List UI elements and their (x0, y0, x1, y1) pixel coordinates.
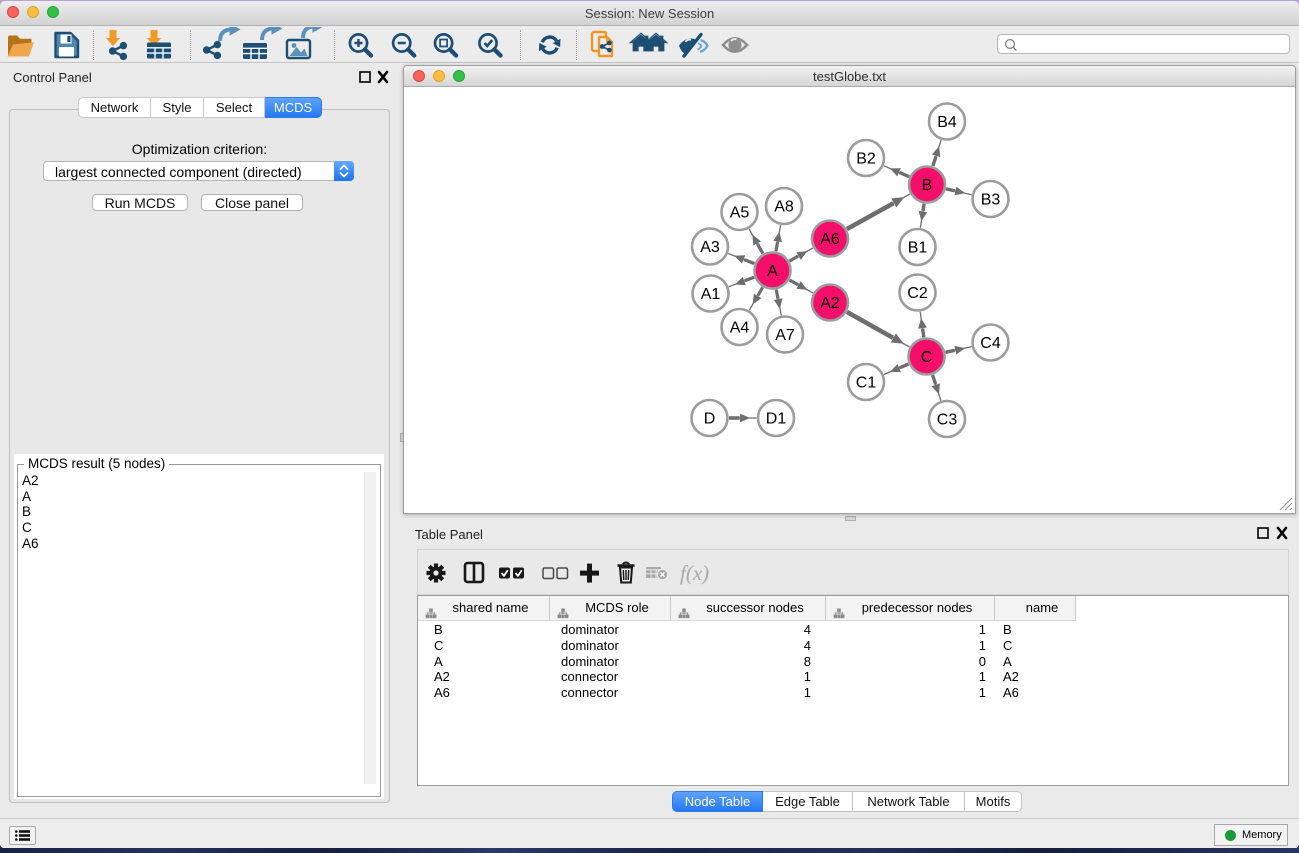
svg-text:B2: B2 (856, 151, 876, 168)
svg-text:A2: A2 (820, 295, 840, 312)
svg-text:C4: C4 (980, 335, 1001, 352)
svg-text:D: D (704, 411, 716, 428)
svg-text:A: A (767, 263, 778, 280)
svg-text:A5: A5 (730, 205, 750, 222)
svg-text:B1: B1 (908, 240, 928, 257)
svg-text:A8: A8 (774, 199, 794, 216)
svg-text:B4: B4 (937, 114, 957, 131)
svg-text:A4: A4 (730, 320, 750, 337)
svg-text:A7: A7 (775, 327, 795, 344)
svg-text:D1: D1 (766, 411, 787, 428)
svg-text:B3: B3 (981, 192, 1001, 209)
svg-text:f(x): f(x) (680, 561, 709, 585)
svg-text:C: C (921, 349, 933, 366)
svg-text:A1: A1 (701, 286, 721, 303)
svg-text:C1: C1 (856, 375, 877, 392)
svg-text:C2: C2 (907, 285, 928, 302)
svg-text:C3: C3 (937, 412, 958, 429)
svg-text:A3: A3 (700, 239, 720, 256)
svg-text:A6: A6 (820, 231, 840, 248)
svg-text:B: B (922, 177, 933, 194)
